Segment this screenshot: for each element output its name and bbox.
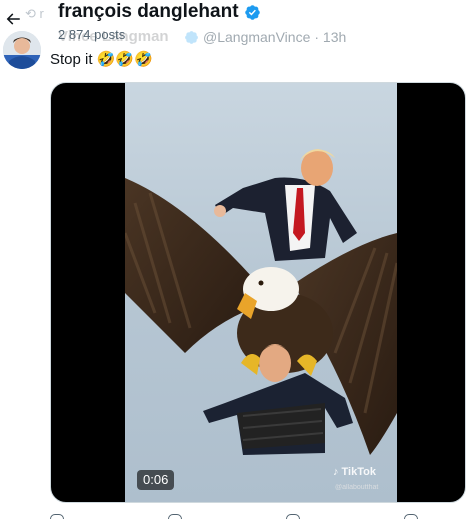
video-player[interactable]: 0:06 ♪ TikTok @allaboutthat: [50, 82, 466, 503]
like-icon[interactable]: [286, 514, 300, 519]
video-duration: 0:06: [137, 470, 175, 490]
verified-badge-icon: [244, 4, 260, 20]
retweet-action-icon[interactable]: [168, 514, 182, 519]
profile-name: françois danglehant: [58, 1, 239, 22]
arrow-left-icon: [6, 13, 20, 25]
reply-icon[interactable]: [50, 514, 64, 519]
tiktok-watermark: ♪ TikTok: [333, 466, 376, 478]
tweet-text: Stop it 🤣🤣🤣: [50, 51, 153, 68]
profile-header: françois danglehant 2 874 posts: [0, 0, 466, 46]
header-title: françois danglehant: [58, 0, 261, 24]
video-thumbnail: [125, 83, 397, 502]
tiktok-label: TikTok: [341, 466, 376, 478]
post-count: 2 874 posts: [58, 27, 126, 42]
video-frame[interactable]: 0:06 ♪ TikTok @allaboutthat: [125, 83, 397, 502]
tweet-actions: [50, 510, 466, 519]
tiktok-handle: @allaboutthat: [335, 484, 379, 491]
views-icon[interactable]: [404, 514, 418, 519]
back-button[interactable]: [2, 8, 24, 30]
avatar[interactable]: [3, 31, 41, 69]
tiktok-icon: ♪: [333, 466, 339, 478]
avatar-image: [3, 31, 41, 69]
